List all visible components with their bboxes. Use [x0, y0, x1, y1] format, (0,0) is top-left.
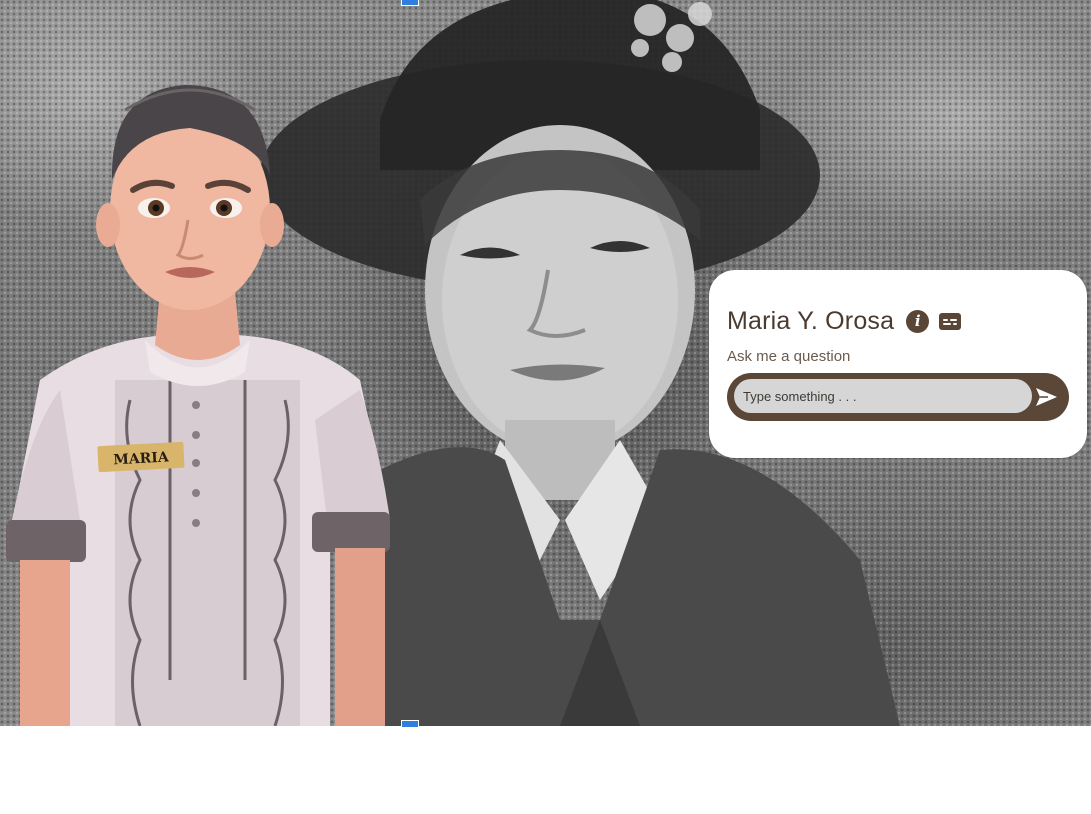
avatar-3d-character: MARIA [6, 85, 390, 726]
resize-handle-top[interactable] [401, 0, 419, 6]
info-icon[interactable]: i [906, 309, 930, 333]
ask-question-label: Ask me a question [727, 348, 851, 365]
resize-handle-bottom[interactable] [401, 720, 419, 728]
avatar-name-tag: MARIA [113, 449, 170, 468]
chat-panel: Maria Y. Orosa i Ask me a question [709, 270, 1087, 458]
message-input[interactable] [734, 379, 1032, 413]
captions-icon[interactable] [939, 312, 962, 330]
persona-header: Maria Y. Orosa i [727, 306, 962, 336]
send-icon[interactable] [1033, 384, 1059, 410]
persona-name: Maria Y. Orosa [727, 307, 895, 335]
chat-input-bar [727, 373, 1069, 421]
